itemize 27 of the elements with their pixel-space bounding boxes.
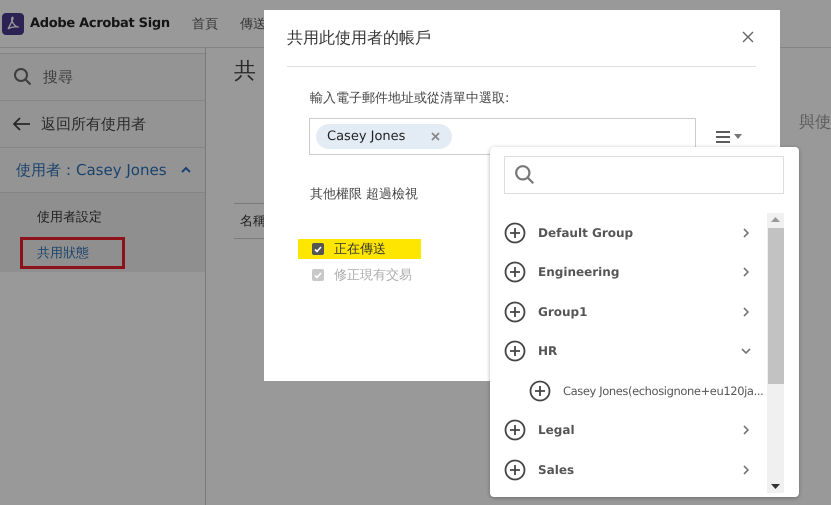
- group-label: Group1: [538, 304, 588, 319]
- user-item[interactable]: Casey Jones(echosignone+eu120ja...: [504, 371, 764, 410]
- group-item[interactable]: Sales: [504, 450, 764, 490]
- back-link[interactable]: 返回所有使用者: [0, 100, 205, 147]
- header-text: 與使: [799, 112, 831, 133]
- search-field[interactable]: 搜尋: [0, 53, 205, 100]
- group-label: HR: [538, 344, 558, 358]
- group-item[interactable]: HR: [504, 332, 764, 371]
- group-label: Engineering: [538, 265, 620, 280]
- group-item[interactable]: Default Group: [504, 213, 764, 252]
- permission-option[interactable]: 正在傳送: [298, 239, 421, 259]
- group-item[interactable]: Engineering: [504, 252, 764, 292]
- page-title: 共: [234, 58, 257, 86]
- group-label: Legal: [538, 423, 576, 438]
- recipient-chip[interactable]: Casey Jones: [316, 124, 452, 149]
- nav-link[interactable]: 傳送: [240, 14, 266, 32]
- app-name: Adobe Acrobat Sign: [30, 16, 170, 31]
- dialog-title: 共用此使用者的帳戶: [287, 28, 431, 48]
- group-label: Default Group: [538, 226, 634, 240]
- permissions-label: 其他權限 超過檢視: [310, 186, 420, 203]
- group-item[interactable]: Legal: [504, 410, 764, 450]
- user-label: Casey Jones(echosignone+eu120ja...: [563, 384, 764, 398]
- nav-link[interactable]: 首頁: [192, 14, 218, 32]
- email-label: 輸入電子郵件地址或從清單中選取:: [310, 90, 510, 107]
- group-label: Sales: [538, 462, 576, 477]
- sidebar-item[interactable]: 使用者設定: [20, 201, 119, 233]
- group-item[interactable]: Group1: [504, 292, 764, 332]
